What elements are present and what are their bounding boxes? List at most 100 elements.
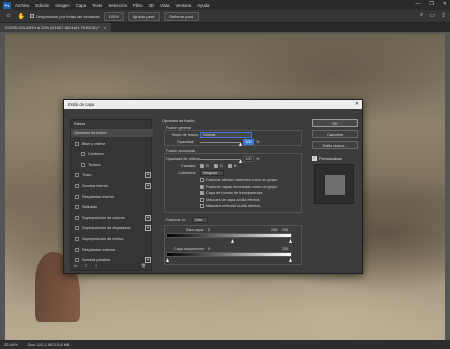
checkbox-box[interactable] — [200, 204, 204, 208]
style-item[interactable]: Textura — [71, 161, 153, 169]
style-checkbox[interactable] — [75, 237, 79, 241]
style-item[interactable]: Sombra interior + — [71, 182, 153, 190]
blend-mode-select[interactable]: Normal — [200, 132, 252, 138]
add-style-icon[interactable]: + — [145, 214, 151, 221]
style-item[interactable]: Contorno — [71, 150, 153, 158]
advanced-option-checkbox[interactable]: Máscara de capa oculta efectos — [200, 197, 260, 202]
maximize-icon[interactable]: ❐ — [429, 1, 433, 7]
dialog-close-icon[interactable]: ✕ — [355, 101, 359, 107]
menu-imagen[interactable]: Imagen — [55, 3, 69, 8]
tab-close-icon[interactable]: × — [104, 25, 106, 30]
opacity-input[interactable]: 100 — [243, 139, 254, 145]
fill-screen-button[interactable]: Rellenar pant. — [164, 11, 200, 21]
document-tab[interactable]: D1295-SOLARHI al 22% (D1507-8624AH, RGB/… — [0, 23, 111, 32]
blend-if-select[interactable]: Gris — [192, 217, 208, 223]
fx-icon[interactable]: fx — [74, 263, 77, 268]
ok-button[interactable]: OK — [312, 119, 358, 127]
cancel-button[interactable]: Cancelar — [312, 130, 358, 138]
this-layer-low: 0 — [208, 228, 211, 232]
add-style-icon[interactable]: + — [145, 172, 151, 179]
channel-g-checkbox[interactable]: ✓ G — [214, 164, 223, 168]
menu-capa[interactable]: Capa — [76, 3, 86, 8]
menu-texto[interactable]: Texto — [92, 3, 102, 8]
style-item[interactable]: Trazo + — [71, 171, 153, 179]
advanced-option-checkbox[interactable]: Máscara vectorial oculta efectos — [200, 204, 260, 208]
close-icon[interactable]: ✕ — [443, 1, 447, 7]
advanced-option-checkbox[interactable]: ✓ Capa de formas de transparencia — [200, 191, 262, 195]
styles-header[interactable]: Estilos — [74, 122, 85, 126]
checkbox-box[interactable] — [30, 14, 34, 18]
dialog-titlebar[interactable]: Estilo de capa — [64, 100, 362, 109]
style-item[interactable]: Resplandor exterior — [71, 246, 153, 254]
minimize-icon[interactable]: — — [415, 1, 420, 7]
fill-opacity-slider[interactable] — [200, 159, 240, 160]
menu-ventana[interactable]: Ventana — [176, 3, 192, 8]
menu-3d[interactable]: 3D — [149, 3, 155, 8]
style-checkbox[interactable] — [81, 162, 85, 167]
preview-checkbox[interactable]: ✓ Previsualizar — [312, 156, 342, 161]
style-item[interactable]: Satinado — [71, 203, 153, 211]
style-item[interactable]: Superposición de degradado + — [71, 224, 153, 232]
menu-filtro[interactable]: Filtro — [133, 3, 143, 8]
style-checkbox[interactable] — [75, 173, 79, 178]
style-item[interactable]: Bisel y relieve — [71, 140, 153, 148]
this-layer-label: Esta capa: — [186, 228, 204, 232]
this-layer-high-2: 255 — [282, 228, 289, 232]
opacity-slider[interactable] — [200, 142, 240, 143]
advanced-option-label: Máscara de capa oculta efectos — [206, 197, 260, 202]
channel-b-checkbox[interactable]: ✓ B — [228, 164, 237, 168]
knockout-select[interactable]: Ninguna — [200, 170, 224, 176]
fit-screen-button[interactable]: Ajustar pant. — [127, 11, 161, 21]
advanced-option-checkbox[interactable]: ✓ Fusionar capas recortadas como un grupo — [200, 184, 277, 189]
menu-edicion[interactable]: Edición — [35, 3, 49, 8]
scroll-all-windows-checkbox[interactable]: Desplazarse por todas las ventanas — [30, 14, 100, 19]
share-icon[interactable]: ⇪ — [441, 12, 446, 19]
style-checkbox[interactable] — [75, 205, 79, 210]
zoom-100-button[interactable]: 100% — [103, 11, 124, 21]
zoom-level[interactable]: 22,44% — [4, 342, 18, 347]
underlying-layer-gradient[interactable] — [166, 252, 292, 257]
underlying-layer-label: Capa subyacente: — [174, 247, 205, 251]
checkbox-box[interactable]: ✓ — [200, 184, 204, 189]
home-icon[interactable]: ⌂ — [4, 12, 13, 20]
checkbox-box[interactable]: ✓ — [200, 191, 204, 195]
search-icon[interactable]: ⌕ — [420, 12, 423, 19]
checkbox-box[interactable] — [200, 178, 204, 182]
checkbox-box[interactable]: ✓ — [228, 164, 232, 168]
checkbox-box[interactable]: ✓ — [312, 156, 317, 161]
menu-vista[interactable]: Vista — [160, 3, 169, 8]
menu-archivo[interactable]: Archivo — [15, 3, 29, 8]
style-item[interactable]: Resplandor interior — [71, 193, 153, 201]
checkbox-box[interactable]: ✓ — [200, 164, 204, 168]
fill-opacity-input[interactable]: 100 — [243, 156, 254, 162]
style-item[interactable]: Superposición de colores + — [71, 214, 153, 222]
style-checkbox[interactable] — [75, 184, 79, 188]
style-checkbox[interactable] — [81, 152, 85, 157]
menu-seleccion[interactable]: Selección — [108, 3, 127, 8]
advanced-option-label: Máscara vectorial oculta efectos — [206, 204, 261, 208]
styles-list: Estilos Opciones de fusión Bisel y reliev… — [70, 119, 153, 271]
style-checkbox[interactable] — [75, 226, 79, 231]
hand-tool-icon[interactable]: ✋ — [17, 12, 26, 20]
channel-r-checkbox[interactable]: ✓ R — [200, 164, 209, 168]
style-item[interactable]: Superposición de motivo — [71, 235, 153, 243]
menu-ayuda[interactable]: Ayuda — [197, 3, 209, 8]
checkbox-box[interactable] — [200, 197, 204, 202]
style-checkbox[interactable] — [75, 258, 79, 263]
style-checkbox[interactable] — [75, 194, 79, 199]
move-up-icon[interactable]: ⇧ — [84, 263, 87, 268]
style-checkbox[interactable] — [75, 141, 79, 146]
checkbox-box[interactable]: ✓ — [214, 164, 218, 168]
trash-icon[interactable]: 🗑 — [141, 263, 146, 268]
new-style-button[interactable]: Estilo nuevo... — [312, 141, 358, 149]
style-checkbox[interactable] — [75, 247, 79, 252]
add-style-icon[interactable]: + — [145, 183, 151, 189]
workspace-icon[interactable]: ▭ — [429, 12, 435, 19]
this-layer-gradient[interactable] — [166, 233, 292, 238]
add-style-icon[interactable]: + — [145, 225, 151, 232]
move-down-icon[interactable]: ⇩ — [94, 263, 97, 268]
style-item[interactable]: Opciones de fusión — [71, 129, 153, 137]
advanced-option-checkbox[interactable]: Fusionar efectos interiores como un grup… — [200, 178, 277, 182]
style-item-label: Resplandor exterior — [82, 247, 116, 252]
style-checkbox[interactable] — [75, 215, 79, 220]
